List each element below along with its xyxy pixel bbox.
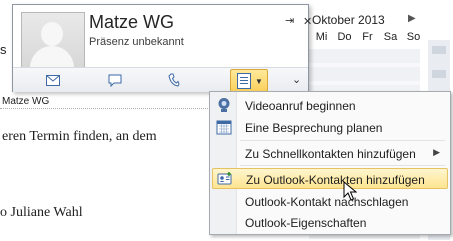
weekday-label: Do <box>337 31 352 43</box>
contact-card-toolbar: ▼ ⌄ <box>13 67 308 92</box>
contact-card: Matze WG Präsenz unbekannt ⇥ ✕ ▼ ⌄ <box>12 4 312 92</box>
calendar-weekday-row: Mi Do Fr Sa So <box>310 31 425 43</box>
menu-item-label: Eine Besprechung planen <box>245 121 383 135</box>
submenu-arrow-icon: ▶ <box>433 147 440 157</box>
message-signature-line: o Juliane Wahl <box>0 205 83 220</box>
menu-item-start-video-call[interactable]: Videoanruf beginnen <box>212 95 448 116</box>
sender-label: Matze WG <box>2 96 50 107</box>
add-contact-icon <box>217 172 232 185</box>
webcam-icon <box>218 98 230 112</box>
menu-item-schedule-meeting[interactable]: Eine Besprechung planen <box>212 117 448 138</box>
todo-bar-item <box>432 70 446 78</box>
menu-item-lookup-outlook-contact[interactable]: Outlook-Kontakt nachschlagen <box>212 191 448 212</box>
calendar-month-title: Oktober 2013 <box>312 13 385 27</box>
close-icon[interactable]: ✕ <box>303 15 312 28</box>
im-icon <box>108 74 122 87</box>
instant-message-button[interactable] <box>105 71 125 89</box>
chevron-down-icon: ▼ <box>255 77 263 86</box>
menu-separator <box>240 140 445 141</box>
menu-item-label: Outlook-Kontakt nachschlagen <box>245 195 409 209</box>
menu-separator <box>240 165 445 166</box>
menu-item-add-to-quick-contacts[interactable]: Zu Schnellkontakten hinzufügen ▶ <box>212 143 448 164</box>
contact-card-icon <box>237 73 251 89</box>
email-icon <box>46 74 60 86</box>
email-button[interactable] <box>43 71 63 89</box>
menu-item-label: Zu Schnellkontakten hinzufügen <box>245 147 416 161</box>
contact-name: Matze WG <box>89 12 175 32</box>
weekday-label: Fr <box>362 31 373 43</box>
message-body-line: eren Termin finden, an dem <box>2 129 157 144</box>
phone-icon <box>168 73 180 87</box>
contact-card-menu-button[interactable]: ▼ <box>230 69 268 92</box>
calendar-next-icon[interactable]: ▶ <box>408 13 416 24</box>
phone-button[interactable] <box>164 71 184 89</box>
menu-item-add-to-outlook-contacts[interactable]: Zu Outlook-Kontakten hinzufügen <box>212 168 448 189</box>
weekday-label: So <box>406 31 421 43</box>
weekday-label: Mi <box>315 31 328 43</box>
presence-status: Präsenz unbekannt <box>89 36 184 48</box>
avatar-head-shape <box>41 22 63 46</box>
menu-item-label: Videoanruf beginnen <box>245 99 356 113</box>
left-edge-text: s <box>0 42 7 57</box>
pin-icon[interactable]: ⇥ <box>285 14 294 27</box>
menu-item-outlook-properties[interactable]: Outlook-Eigenschaften <box>212 212 448 233</box>
todo-bar-item <box>432 46 446 54</box>
expand-icon[interactable]: ⌄ <box>292 73 301 86</box>
weekday-label: Sa <box>383 31 398 43</box>
signature-name: Juliane Wahl <box>10 205 83 220</box>
avatar <box>21 12 85 70</box>
menu-item-label: Outlook-Eigenschaften <box>245 216 367 230</box>
mouse-cursor-icon <box>343 181 357 201</box>
calendar-icon <box>216 120 232 135</box>
menu-item-label: Zu Outlook-Kontakten hinzufügen <box>246 173 425 187</box>
contact-context-menu: Videoanruf beginnen Eine Besprechung pla… <box>209 91 451 235</box>
